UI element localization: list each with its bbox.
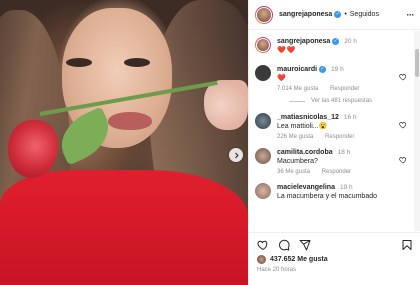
reply-button[interactable]: Responder <box>325 134 354 140</box>
comment-item: mauroicardi ✓ 19 h ❤️ 7.014 Me gusta Resp… <box>249 65 413 92</box>
comments-scrollbar[interactable] <box>414 31 420 231</box>
author-avatar[interactable] <box>255 5 273 24</box>
comment-likes[interactable]: 36 Me gusta <box>277 169 310 175</box>
comment-item: macielevangelina 19 h La macumbera y el … <box>249 183 413 201</box>
post-actions: 437.652 Me gusta Hace 20 horas <box>249 232 420 285</box>
comment-item: _matiasnicolas_12 16 h Lea mattioli...😮 … <box>249 113 413 140</box>
likes-count[interactable]: 437.652 Me gusta <box>270 256 328 263</box>
post-photo[interactable] <box>0 0 248 285</box>
comment-time[interactable]: 19 h <box>340 184 353 191</box>
scrollbar-thumb[interactable] <box>415 49 419 77</box>
comment-item: camilita.cordoba 18 h Macumbera? 36 Me g… <box>249 148 413 175</box>
author-username[interactable]: sangrejaponesa <box>279 11 332 18</box>
reply-button[interactable]: Responder <box>330 86 359 92</box>
photo-red-sweater <box>0 170 248 285</box>
comment-icon[interactable] <box>278 239 290 251</box>
caption-text: ❤️❤️ <box>277 47 297 54</box>
caption-time[interactable]: 20 h <box>344 38 357 45</box>
comment-text: ❤️ <box>277 75 287 82</box>
photo-lips <box>108 112 152 130</box>
separator-dot: • <box>344 11 347 18</box>
comment-time[interactable]: 19 h <box>331 66 344 73</box>
comment-username[interactable]: _matiasnicolas_12 <box>277 114 339 121</box>
comment-username[interactable]: mauroicardi <box>277 66 317 73</box>
comment-likes[interactable]: 7.014 Me gusta <box>277 86 318 92</box>
comment-avatar[interactable] <box>255 113 271 129</box>
follow-status-button[interactable]: Seguidos <box>350 11 379 18</box>
verified-icon: ✓ <box>319 65 327 73</box>
comments-list[interactable]: sangrejaponesa ✓ 20 h ❤️❤️ mauroicardi ✓ 1… <box>249 31 413 231</box>
comment-username[interactable]: macielevangelina <box>277 184 335 191</box>
next-photo-button[interactable] <box>229 148 243 162</box>
post-header: sangrejaponesa ✓ • Seguidos ··· <box>249 0 420 30</box>
photo-eye-left <box>66 58 92 67</box>
photo-eye-right <box>124 58 150 67</box>
reply-button[interactable]: Responder <box>322 169 351 175</box>
comment-avatar[interactable] <box>255 183 271 199</box>
verified-icon: ✓ <box>334 11 342 18</box>
comment-username[interactable]: camilita.cordoba <box>277 149 333 156</box>
comment-text: La macumbera y el macumbado <box>277 193 377 200</box>
heart-icon[interactable] <box>257 239 269 251</box>
comment-text: Lea mattioli...😮 <box>277 123 328 130</box>
replies-line <box>289 100 305 102</box>
view-replies-label[interactable]: Ver las 481 respuestas <box>311 98 372 104</box>
posted-time[interactable]: Hace 20 horas <box>249 264 420 273</box>
comment-text: Macumbera? <box>277 158 318 165</box>
likers-avatar[interactable] <box>257 255 266 264</box>
comment-likes[interactable]: 226 Me gusta <box>277 134 313 140</box>
caption-username[interactable]: sangrejaponesa <box>277 38 330 45</box>
comment-like-heart-icon[interactable] <box>399 121 407 129</box>
comment-avatar[interactable] <box>255 65 271 81</box>
more-icon[interactable]: ··· <box>407 10 415 20</box>
comment-like-heart-icon[interactable] <box>399 73 407 81</box>
post-side-panel: sangrejaponesa ✓ • Seguidos ··· sangreja… <box>248 0 420 285</box>
comment-like-heart-icon[interactable] <box>399 156 407 164</box>
caption-avatar[interactable] <box>255 37 271 53</box>
share-icon[interactable] <box>299 239 311 251</box>
chevron-right-icon <box>234 152 239 158</box>
view-replies-button[interactable]: Ver las 481 respuestas <box>289 98 413 104</box>
comment-time[interactable]: 18 h <box>338 149 351 156</box>
photo-hand <box>204 80 248 130</box>
bookmark-icon[interactable] <box>401 239 413 251</box>
comment-avatar[interactable] <box>255 148 271 164</box>
caption: sangrejaponesa ✓ 20 h ❤️❤️ <box>249 37 413 55</box>
comment-time[interactable]: 16 h <box>344 114 357 121</box>
verified-icon: ✓ <box>332 37 340 45</box>
